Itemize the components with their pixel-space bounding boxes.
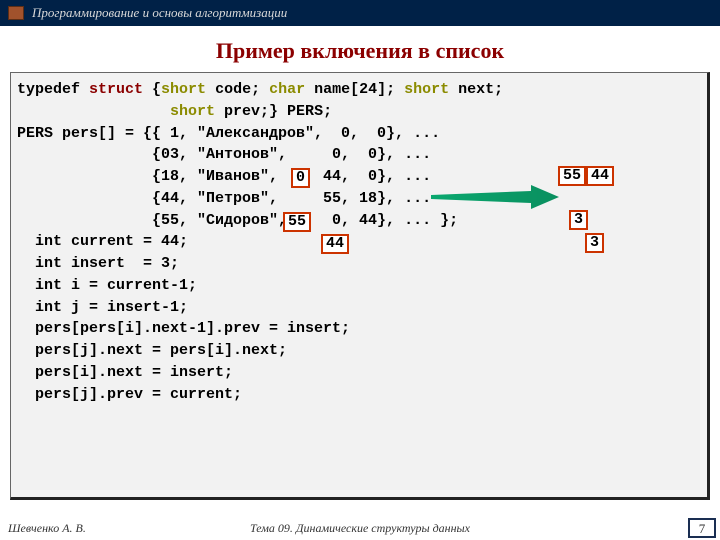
code-line-b8: pers[j].prev = current;	[17, 384, 701, 406]
code-line-arr1: {03, "Антонов", 0, 0}, ...	[17, 144, 701, 166]
header-bar: Программирование и основы алгоритмизации	[0, 0, 720, 26]
code-line-arr3: {44, "Петров", 55, 18}, ...	[17, 188, 701, 210]
code-line-b6: pers[j].next = pers[i].next;	[17, 340, 701, 362]
code-line-arr0: PERS pers[] = {{ 1, "Александров", 0, 0}…	[17, 123, 701, 145]
arrow-icon	[431, 185, 561, 215]
overlay-sidorov-prev: 44	[321, 234, 349, 254]
code-line-b3: int i = current-1;	[17, 275, 701, 297]
footer-topic: Тема 09. Динамические структуры данных	[0, 521, 720, 536]
overlay-link-3a: 3	[569, 210, 588, 230]
code-line-b5: pers[pers[i].next-1].prev = insert;	[17, 318, 701, 340]
code-line-b7: pers[i].next = insert;	[17, 362, 701, 384]
footer-author: Шевченко А. В.	[8, 521, 86, 536]
code-line-typedef-1: typedef struct {short code; char name[24…	[17, 79, 701, 101]
page-number: 7	[688, 518, 716, 538]
overlay-petrov-next: 55	[283, 212, 311, 232]
code-block: typedef struct {short code; char name[24…	[10, 72, 710, 500]
overlay-antonov-next: 0	[291, 168, 310, 188]
slide-title: Пример включения в список	[0, 38, 720, 64]
overlay-link-3b: 3	[585, 233, 604, 253]
book-icon	[8, 6, 24, 20]
course-title: Программирование и основы алгоритмизации	[32, 5, 287, 21]
code-line-b4: int j = insert-1;	[17, 297, 701, 319]
code-line-arr4: {55, "Сидоров", 0, 44}, ... };	[17, 210, 701, 232]
overlay-link-55: 55	[558, 166, 586, 186]
code-line-b2: int insert = 3;	[17, 253, 701, 275]
code-line-typedef-2: short prev;} PERS;	[17, 101, 701, 123]
footer: Шевченко А. В. Тема 09. Динамические стр…	[0, 516, 720, 540]
overlay-link-44: 44	[586, 166, 614, 186]
